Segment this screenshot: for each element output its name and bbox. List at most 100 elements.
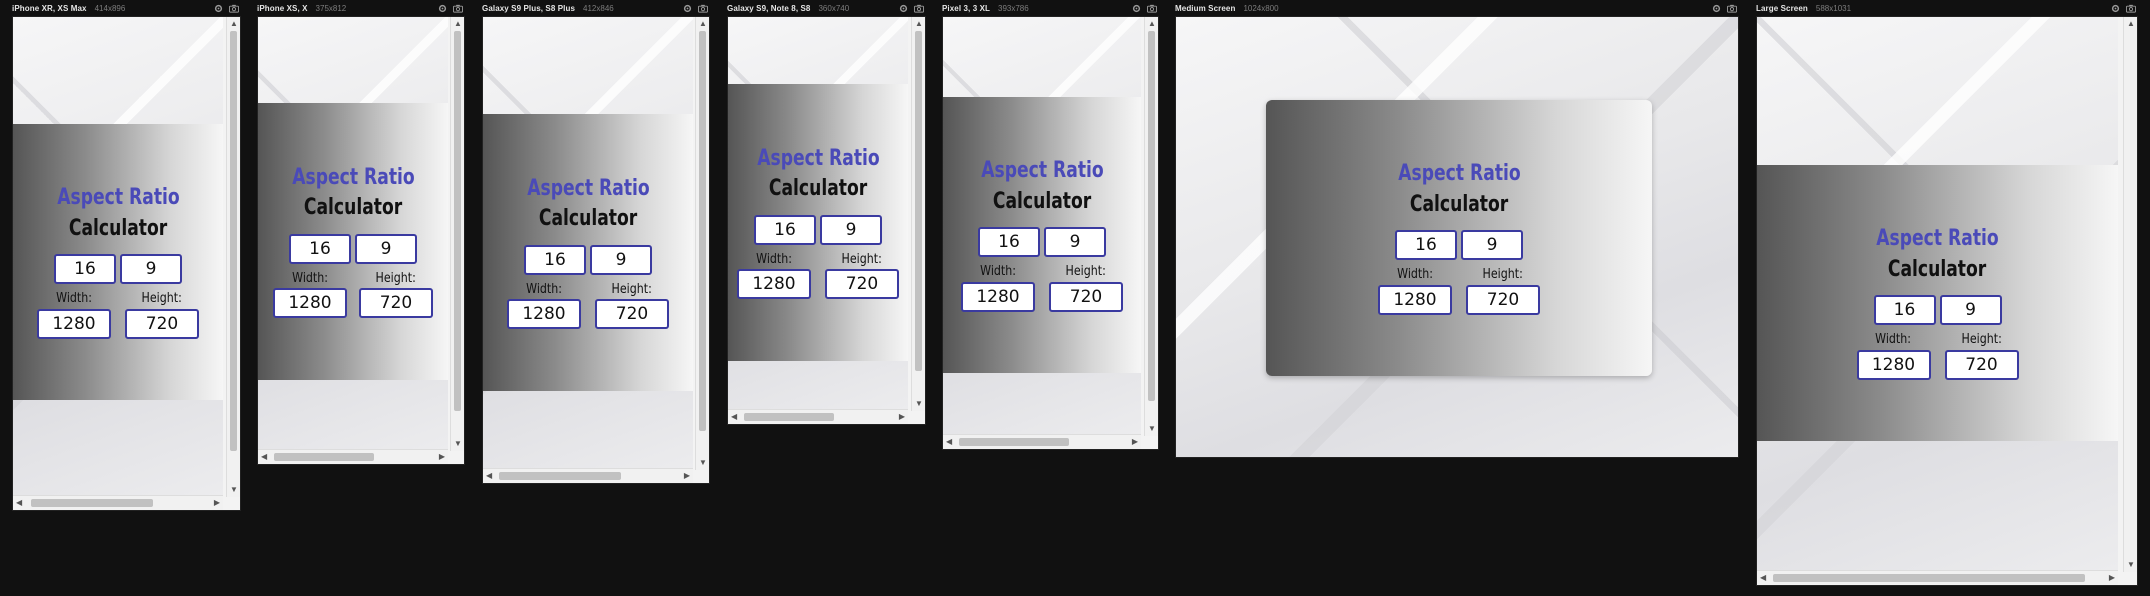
app-subtitle: Calculator xyxy=(538,206,638,232)
calculator-card: Aspect Ratio Calculator 16 9 Width: 1280 … xyxy=(1266,100,1652,376)
app-title: Aspect Ratio xyxy=(56,185,180,211)
scroll-thumb[interactable] xyxy=(959,438,1069,446)
height-input[interactable]: 720 xyxy=(825,269,899,300)
gear-icon[interactable] xyxy=(683,4,692,13)
horizontal-scrollbar[interactable]: ◀ ▶ xyxy=(728,409,908,424)
ratio-height-input[interactable]: 9 xyxy=(1461,230,1523,261)
camera-icon[interactable] xyxy=(914,4,924,13)
viewport: Aspect Ratio Calculator 16 9 Width: 1280 … xyxy=(1176,17,1738,457)
vertical-scrollbar[interactable]: ▲ ▼ xyxy=(450,17,464,451)
scroll-thumb[interactable] xyxy=(699,31,706,431)
camera-icon[interactable] xyxy=(229,4,239,13)
device-frame: Aspect Ratio Calculator 16 9 Width: 1280 … xyxy=(942,16,1159,450)
scroll-thumb[interactable] xyxy=(230,31,237,451)
calculator-card: Aspect Ratio Calculator 16 9 Width: 1280 … xyxy=(943,97,1141,373)
width-input[interactable]: 1280 xyxy=(961,281,1035,312)
device-size: 360x740 xyxy=(818,3,850,13)
scroll-thumb[interactable] xyxy=(454,31,461,411)
height-input[interactable]: 720 xyxy=(1466,284,1540,315)
app-subtitle: Calculator xyxy=(768,176,868,202)
width-input[interactable]: 1280 xyxy=(507,299,581,330)
ratio-height-input[interactable]: 9 xyxy=(1044,227,1106,258)
calculator-card: Aspect Ratio Calculator 16 9 Width: 1280 … xyxy=(483,114,693,391)
device-header: iPhone XR, XS Max 414x896 xyxy=(12,0,241,16)
width-input[interactable]: 1280 xyxy=(273,288,347,319)
width-label: Width: xyxy=(1875,332,1912,348)
device-name: Galaxy S9 Plus, S8 Plus xyxy=(482,3,576,13)
scroll-thumb[interactable] xyxy=(915,31,922,371)
viewport: Aspect Ratio Calculator 16 9 Width: 1280 … xyxy=(258,17,448,451)
scroll-thumb[interactable] xyxy=(499,472,621,480)
width-input[interactable]: 1280 xyxy=(737,269,811,300)
device-frame: Aspect Ratio Calculator 16 9 Width: 1280 … xyxy=(482,16,710,484)
viewport: Aspect Ratio Calculator 16 9 Width: 1280 … xyxy=(943,17,1141,436)
ratio-height-input[interactable]: 9 xyxy=(1939,295,2002,326)
height-input[interactable]: 720 xyxy=(595,299,669,330)
height-label: Height: xyxy=(1065,264,1107,280)
app-title: Aspect Ratio xyxy=(756,145,880,171)
vertical-scrollbar[interactable]: ▲ ▼ xyxy=(695,17,709,470)
ratio-width-input[interactable]: 16 xyxy=(54,254,116,285)
camera-icon[interactable] xyxy=(1727,4,1737,13)
height-input[interactable]: 720 xyxy=(1944,349,2019,380)
height-input[interactable]: 720 xyxy=(125,308,199,339)
ratio-height-input[interactable]: 9 xyxy=(120,254,182,285)
ratio-height-input[interactable]: 9 xyxy=(820,214,882,245)
ratio-width-input[interactable]: 16 xyxy=(754,214,816,245)
viewport: Aspect Ratio Calculator 16 9 Width: 1280 … xyxy=(13,17,223,497)
width-label: Width: xyxy=(980,264,1016,280)
width-input[interactable]: 1280 xyxy=(1856,349,1931,380)
vertical-scrollbar[interactable]: ▲ ▼ xyxy=(2123,17,2137,572)
horizontal-scrollbar[interactable]: ◀ ▶ xyxy=(483,468,693,483)
height-label: Height: xyxy=(1482,267,1524,283)
app-title: Aspect Ratio xyxy=(1397,161,1521,187)
device-header: Galaxy S9 Plus, S8 Plus 412x846 xyxy=(482,0,710,16)
horizontal-scrollbar[interactable]: ◀ ▶ xyxy=(258,449,448,464)
device-frame: Aspect Ratio Calculator 16 9 Width: 1280 … xyxy=(1175,16,1739,458)
scroll-thumb[interactable] xyxy=(1148,31,1155,401)
ratio-width-input[interactable]: 16 xyxy=(1873,295,1936,326)
ratio-height-input[interactable]: 9 xyxy=(590,244,652,275)
height-input[interactable]: 720 xyxy=(1049,281,1123,312)
camera-icon[interactable] xyxy=(2126,4,2136,13)
scroll-thumb[interactable] xyxy=(1773,574,2085,582)
viewport: Aspect Ratio Calculator 16 9 Width: 1280 … xyxy=(483,17,693,470)
horizontal-scrollbar[interactable]: ◀ ▶ xyxy=(943,434,1141,449)
gear-icon[interactable] xyxy=(214,4,223,13)
horizontal-scrollbar[interactable]: ◀ ▶ xyxy=(1757,570,2118,585)
ratio-width-input[interactable]: 16 xyxy=(524,244,586,275)
width-input[interactable]: 1280 xyxy=(1378,284,1452,315)
camera-icon[interactable] xyxy=(453,4,463,13)
device-size: 412x846 xyxy=(583,3,614,13)
device-header: Galaxy S9, Note 8, S8 360x740 xyxy=(727,0,926,16)
device-size: 414x896 xyxy=(94,3,126,13)
ratio-width-input[interactable]: 16 xyxy=(1395,230,1457,261)
calculator-card: Aspect Ratio Calculator 16 9 Width: 1280 … xyxy=(1757,165,2118,441)
app-title: Aspect Ratio xyxy=(291,164,415,190)
gear-icon[interactable] xyxy=(438,4,447,13)
camera-icon[interactable] xyxy=(1147,4,1157,13)
vertical-scrollbar[interactable]: ▲ ▼ xyxy=(911,17,925,411)
height-input[interactable]: 720 xyxy=(359,288,433,319)
scroll-thumb[interactable] xyxy=(274,453,374,461)
gear-icon[interactable] xyxy=(899,4,908,13)
device-header: Large Screen 588x1031 xyxy=(1756,0,2138,16)
camera-icon[interactable] xyxy=(698,4,708,13)
horizontal-scrollbar[interactable]: ◀ ▶ xyxy=(13,495,223,510)
device-galaxy-s9-plus: Galaxy S9 Plus, S8 Plus 412x846 Aspect R… xyxy=(482,0,710,484)
vertical-scrollbar[interactable]: ▲ ▼ xyxy=(226,17,240,497)
width-input[interactable]: 1280 xyxy=(37,308,111,339)
gear-icon[interactable] xyxy=(1132,4,1141,13)
gear-icon[interactable] xyxy=(2111,4,2120,13)
scroll-thumb[interactable] xyxy=(744,413,834,421)
ratio-width-input[interactable]: 16 xyxy=(978,227,1040,258)
app-title: Aspect Ratio xyxy=(526,175,650,201)
device-size: 375x812 xyxy=(315,3,347,13)
scroll-thumb[interactable] xyxy=(31,499,153,507)
height-label: Height: xyxy=(841,251,883,267)
vertical-scrollbar[interactable]: ▲ ▼ xyxy=(1144,17,1158,436)
ratio-width-input[interactable]: 16 xyxy=(289,233,351,264)
ratio-height-input[interactable]: 9 xyxy=(355,233,417,264)
gear-icon[interactable] xyxy=(1712,4,1721,13)
device-name: Large Screen xyxy=(1756,3,1808,13)
